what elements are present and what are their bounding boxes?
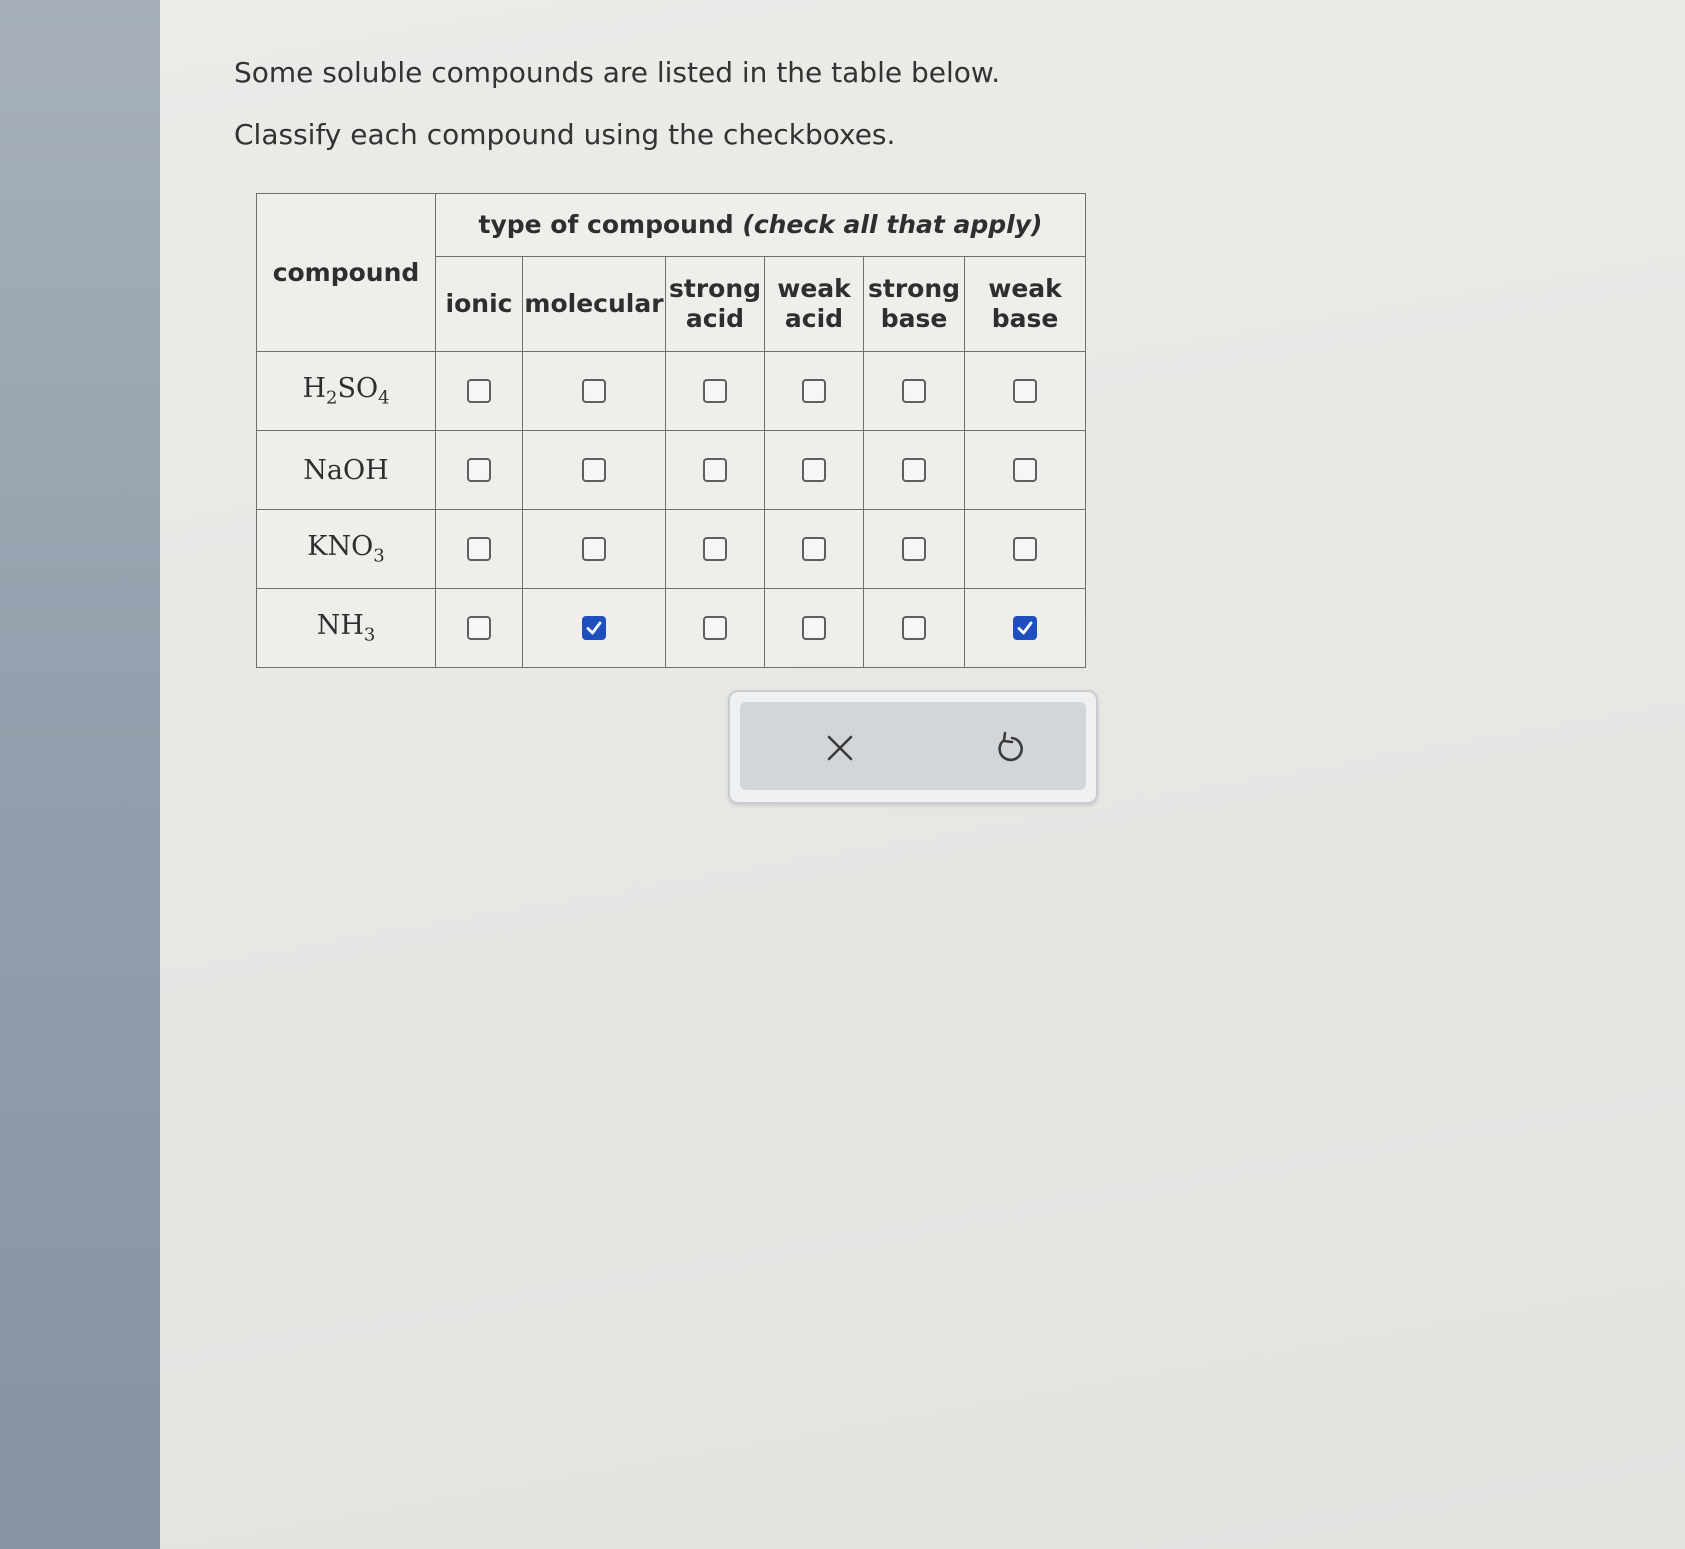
column-header-strong-acid: strong acid [665, 256, 765, 352]
table-row: NH3 [256, 588, 1086, 668]
checkbox-cell-weak-base [964, 509, 1086, 589]
table-row: H2SO4 [256, 351, 1086, 431]
prompt-line-1: Some soluble compounds are listed in the… [234, 56, 1001, 89]
checkbox-molecular[interactable] [582, 458, 606, 482]
action-bar-inner [740, 702, 1086, 790]
checkbox-weak-base[interactable] [1013, 458, 1037, 482]
checkbox-ionic[interactable] [467, 616, 491, 640]
column-header-strong-base: strong base [863, 256, 965, 352]
checkbox-cell-weak-base [964, 351, 1086, 431]
checkbox-ionic[interactable] [467, 379, 491, 403]
checkbox-strong-acid[interactable] [703, 379, 727, 403]
checkmark-icon [1017, 621, 1033, 635]
checkbox-cell-strong-acid [665, 509, 765, 589]
checkbox-cell-strong-acid [665, 588, 765, 668]
checkbox-cell-molecular [522, 351, 666, 431]
screen-bezel [0, 0, 160, 1549]
compound-rows: H2SO4 NaOH KNO3 NH3 [256, 351, 1086, 668]
checkbox-cell-ionic [435, 588, 523, 668]
x-icon [827, 735, 853, 761]
checkbox-strong-base[interactable] [902, 537, 926, 561]
compound-column-header: compound [256, 193, 436, 352]
checkbox-cell-weak-acid [764, 509, 864, 589]
checkbox-cell-weak-base [964, 430, 1086, 510]
checkbox-cell-strong-base [863, 430, 965, 510]
checkbox-weak-acid[interactable] [802, 379, 826, 403]
checkbox-weak-acid[interactable] [802, 537, 826, 561]
checkbox-cell-ionic [435, 509, 523, 589]
checkbox-molecular[interactable] [582, 616, 606, 640]
checkbox-cell-strong-base [863, 588, 965, 668]
checkbox-cell-weak-acid [764, 351, 864, 431]
undo-icon [998, 731, 1023, 762]
type-of-compound-label: type of compound [478, 210, 734, 239]
checkbox-cell-ionic [435, 351, 523, 431]
checkbox-strong-base[interactable] [902, 616, 926, 640]
answer-action-bar [728, 690, 1098, 804]
checkbox-strong-base[interactable] [902, 379, 926, 403]
checkbox-molecular[interactable] [582, 537, 606, 561]
clear-button[interactable] [820, 728, 860, 768]
undo-button[interactable] [990, 728, 1030, 768]
compound-formula: H2SO4 [256, 351, 436, 431]
checkbox-strong-acid[interactable] [703, 616, 727, 640]
checkbox-molecular[interactable] [582, 379, 606, 403]
checkbox-cell-molecular [522, 430, 666, 510]
checkbox-weak-base[interactable] [1013, 379, 1037, 403]
checkbox-strong-base[interactable] [902, 458, 926, 482]
checkbox-cell-strong-acid [665, 430, 765, 510]
column-header-weak-base: weak base [964, 256, 1086, 352]
column-header-ionic: ionic [435, 256, 523, 352]
compound-formula: KNO3 [256, 509, 436, 589]
checkbox-cell-weak-acid [764, 588, 864, 668]
checkbox-strong-acid[interactable] [703, 537, 727, 561]
checkbox-cell-weak-acid [764, 430, 864, 510]
checkbox-cell-strong-acid [665, 351, 765, 431]
checkbox-weak-acid[interactable] [802, 616, 826, 640]
compound-formula: NaOH [256, 430, 436, 510]
type-of-compound-header: type of compound (check all that apply) [435, 193, 1086, 257]
column-header-weak-acid: weak acid [764, 256, 864, 352]
checkbox-ionic[interactable] [467, 458, 491, 482]
checkmark-icon [586, 621, 602, 635]
checkbox-cell-strong-base [863, 351, 965, 431]
checkbox-weak-acid[interactable] [802, 458, 826, 482]
checkbox-cell-weak-base [964, 588, 1086, 668]
table-row: NaOH [256, 430, 1086, 510]
column-header-molecular: molecular [522, 256, 666, 352]
checkbox-weak-base[interactable] [1013, 616, 1037, 640]
compound-formula: NH3 [256, 588, 436, 668]
checkbox-cell-strong-base [863, 509, 965, 589]
checkbox-cell-ionic [435, 430, 523, 510]
checkbox-cell-molecular [522, 509, 666, 589]
checkbox-strong-acid[interactable] [703, 458, 727, 482]
checkbox-weak-base[interactable] [1013, 537, 1037, 561]
checkbox-cell-molecular [522, 588, 666, 668]
classification-table: compound type of compound (check all tha… [256, 193, 1086, 668]
table-row: KNO3 [256, 509, 1086, 589]
check-all-note: (check all that apply) [742, 210, 1043, 239]
prompt-line-2: Classify each compound using the checkbo… [234, 118, 896, 151]
checkbox-ionic[interactable] [467, 537, 491, 561]
